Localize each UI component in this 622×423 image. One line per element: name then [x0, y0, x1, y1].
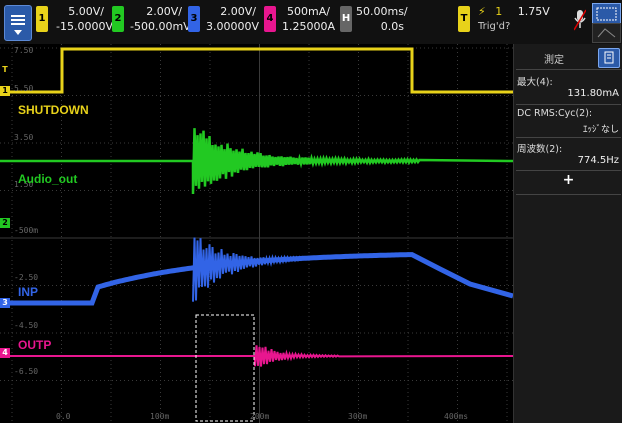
- measurement-label: 最大(4):: [517, 77, 553, 88]
- trace-label-inp: INP: [18, 285, 39, 299]
- channel-2-scale: 2.00V/: [146, 5, 182, 18]
- trace-ch3-burst: [192, 237, 331, 302]
- y-tick-label: -6.50: [14, 367, 39, 376]
- trigger-channel: 1: [495, 5, 503, 18]
- divider: [516, 69, 621, 70]
- horizontal-delay: 0.0s: [380, 20, 404, 33]
- channel-4-badge[interactable]: 4: [264, 6, 276, 32]
- measurement-label: DC RMS:Cyc(2):: [517, 108, 593, 119]
- zoom-selection-box[interactable]: [195, 314, 255, 422]
- channel-2-ground-marker[interactable]: 2: [0, 218, 10, 228]
- channel-2-badge[interactable]: 2: [112, 6, 124, 32]
- top-status-bar: 1 5.00V/ -15.0000V 2 2.00V/ -500.00mV 3 …: [0, 0, 622, 45]
- channel-3-offset: 3.00000V: [206, 20, 260, 33]
- channel-3-scale: 2.00V/: [220, 5, 256, 18]
- channel-4-scale: 500mA/: [287, 5, 330, 18]
- x-tick-label: 100m: [150, 412, 170, 421]
- waveform-traces: [0, 47, 513, 422]
- measurement-label: 周波数(2):: [517, 144, 563, 155]
- channel-1-ground-marker[interactable]: 1: [0, 86, 10, 96]
- channel-1-offset: -15.0000V: [56, 20, 113, 33]
- measurement-value: 774.5Hz: [577, 155, 619, 166]
- channel-4-ground-marker[interactable]: 4: [0, 348, 10, 358]
- divider: [516, 104, 621, 105]
- divider: [516, 194, 621, 195]
- y-tick-label: 7.50: [14, 46, 34, 55]
- divider: [516, 170, 621, 171]
- zoom-mode-button[interactable]: [592, 23, 621, 43]
- horizontal-scale: 50.00ms/: [356, 5, 408, 18]
- trace-label-audio-out: Audio_out: [18, 172, 78, 186]
- measurement-panel: 測定 最大(4): 131.80mA DC RMS:Cyc(2): ｴｯｼﾞなし…: [513, 44, 622, 423]
- channel-1-scale: 5.00V/: [68, 5, 104, 18]
- channel-2-offset: -500.00mV: [130, 20, 191, 33]
- measurement-value: 131.80mA: [567, 88, 619, 99]
- x-tick-label: 200m: [250, 412, 270, 421]
- channel-3-ground-marker[interactable]: 3: [0, 298, 10, 308]
- trigger-status: Trig'd?: [478, 21, 511, 32]
- trace-ch4-outp: [0, 345, 513, 367]
- measurement-item-frequency[interactable]: 周波数(2): 774.5Hz: [514, 139, 622, 169]
- rising-edge-icon: ⚡: [478, 5, 486, 18]
- panel-menu-button[interactable]: [598, 48, 620, 68]
- y-tick-label: 3.50: [14, 133, 34, 142]
- horizontal-settings[interactable]: 50.00ms/ 0.0s: [356, 4, 408, 34]
- trace-ch1-shutdown: [0, 47, 513, 94]
- main-menu-button[interactable]: [4, 5, 32, 41]
- measurement-value: ｴｯｼﾞなし: [582, 125, 619, 135]
- channel-3-settings[interactable]: 2.00V/ 3.00000V: [206, 4, 260, 34]
- measurement-panel-header: 測定: [514, 48, 622, 68]
- trace-label-outp: OUTP: [18, 338, 52, 352]
- trigger-level-marker[interactable]: T: [0, 65, 10, 75]
- add-measurement-button[interactable]: +: [514, 172, 622, 192]
- microphone-icon[interactable]: [573, 8, 587, 34]
- trigger-settings[interactable]: ⚡ 1 1.75V Trig'd?: [478, 4, 568, 34]
- chevron-down-icon: [14, 30, 22, 35]
- y-tick-label: 5.50: [14, 84, 34, 93]
- channel-1-settings[interactable]: 5.00V/ -15.0000V: [56, 4, 113, 34]
- trace-label-shutdown: SHUTDOWN: [18, 103, 89, 117]
- trigger-badge[interactable]: T: [458, 6, 470, 32]
- y-tick-label: -500m: [14, 226, 39, 235]
- waveform-display[interactable]: 7.50 5.50 3.50 1.50 -500m -2.50 -4.50 -6…: [0, 44, 513, 423]
- channel-4-settings[interactable]: 500mA/ 1.25000A: [282, 4, 336, 34]
- channel-4-offset: 1.25000A: [282, 20, 336, 33]
- divider: [516, 137, 621, 138]
- x-tick-label: 400ms: [444, 412, 469, 421]
- menu-icon: [11, 15, 25, 17]
- channel-2-settings[interactable]: 2.00V/ -500.00mV: [130, 4, 191, 34]
- channel-1-badge[interactable]: 1: [36, 6, 48, 32]
- trigger-level: 1.75V: [517, 5, 550, 18]
- y-tick-label: -4.50: [14, 321, 39, 330]
- display-mode-button[interactable]: [592, 3, 621, 25]
- document-icon: [604, 51, 614, 64]
- measurement-panel-title: 測定: [544, 55, 564, 66]
- y-tick-label: -2.50: [14, 273, 39, 282]
- x-tick-label: 300m: [348, 412, 368, 421]
- horizontal-badge[interactable]: H: [340, 6, 352, 32]
- channel-3-badge[interactable]: 3: [188, 6, 200, 32]
- x-tick-label: 0.0: [56, 412, 71, 421]
- measurement-item-max[interactable]: 最大(4): 131.80mA: [514, 72, 622, 102]
- measurement-item-dc-rms[interactable]: DC RMS:Cyc(2): ｴｯｼﾞなし: [514, 106, 622, 136]
